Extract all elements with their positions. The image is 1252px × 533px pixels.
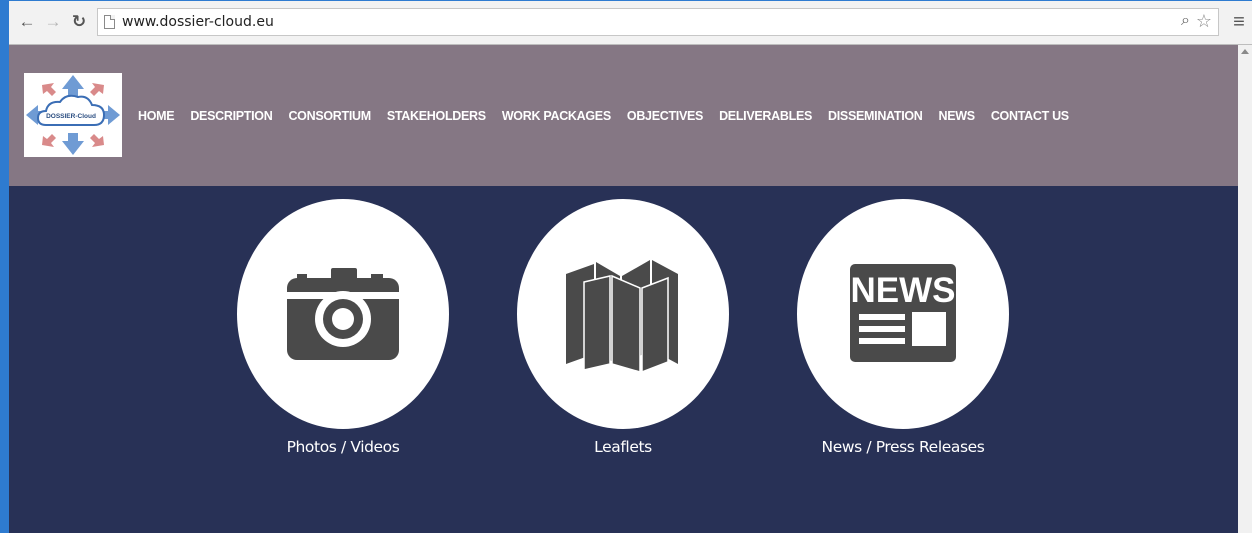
hamburger-icon: ≡	[1233, 10, 1245, 33]
nav-item-consortium[interactable]: CONSORTIUM	[288, 109, 371, 123]
nav-item-description[interactable]: DESCRIPTION	[190, 109, 272, 123]
zoom-icon[interactable]: ⌕	[1181, 12, 1190, 30]
nav-item-contact-us[interactable]: CONTACT US	[991, 109, 1069, 123]
cloud-logo-icon: DOSSIER-Cloud	[26, 75, 120, 155]
arrow-left-icon: ←	[18, 12, 36, 31]
bookmark-star-icon[interactable]: ☆	[1196, 11, 1212, 32]
address-bar[interactable]: www.dossier-cloud.eu ⌕ ☆	[97, 8, 1219, 36]
url-text[interactable]: www.dossier-cloud.eu	[122, 14, 274, 30]
news-press-tile[interactable]: NEWS News / Press Releases	[796, 199, 1010, 456]
browser-toolbar: ← → ↻ www.dossier-cloud.eu ⌕ ☆ ≡	[9, 1, 1252, 45]
leaflets-caption[interactable]: Leaflets	[516, 438, 730, 456]
back-button[interactable]: ←	[15, 10, 39, 34]
forward-button[interactable]: →	[41, 10, 65, 34]
main-nav: HOME DESCRIPTION CONSORTIUM STAKEHOLDERS…	[138, 109, 1085, 123]
news-press-circle[interactable]: NEWS	[797, 199, 1009, 429]
nav-item-home[interactable]: HOME	[138, 109, 175, 123]
leaflets-tile[interactable]: Leaflets	[516, 199, 730, 456]
page-viewport: DOSSIER-Cloud HOME DESCRIPTION CONSORTIU…	[9, 45, 1238, 533]
leaflets-circle[interactable]	[517, 199, 729, 429]
site-logo[interactable]: DOSSIER-Cloud	[24, 73, 122, 157]
photos-videos-tile[interactable]: Photos / Videos	[236, 199, 450, 456]
nav-item-objectives[interactable]: OBJECTIVES	[627, 109, 703, 123]
page-icon	[104, 15, 115, 29]
vertical-scrollbar[interactable]	[1238, 45, 1252, 533]
menu-button[interactable]: ≡	[1228, 10, 1250, 34]
news-press-caption[interactable]: News / Press Releases	[796, 438, 1010, 456]
reload-button[interactable]: ↻	[67, 10, 91, 34]
site-header: DOSSIER-Cloud HOME DESCRIPTION CONSORTIU…	[9, 45, 1238, 186]
nav-item-deliverables[interactable]: DELIVERABLES	[719, 109, 812, 123]
photos-videos-circle[interactable]	[237, 199, 449, 429]
arrow-right-icon: →	[44, 12, 62, 31]
camera-icon	[287, 268, 399, 360]
map-leaflet-icon	[566, 260, 678, 374]
scroll-up-icon[interactable]	[1241, 49, 1249, 54]
newspaper-label: NEWS	[851, 271, 956, 310]
nav-item-stakeholders[interactable]: STAKEHOLDERS	[387, 109, 486, 123]
nav-item-news[interactable]: NEWS	[939, 109, 976, 123]
logo-text: DOSSIER-Cloud	[46, 113, 96, 120]
photos-videos-caption[interactable]: Photos / Videos	[236, 438, 450, 456]
nav-item-dissemination[interactable]: DISSEMINATION	[828, 109, 923, 123]
reload-icon: ↻	[71, 12, 87, 31]
dissemination-section: Photos / Videos Leaflets NEWS News / Pre…	[9, 186, 1238, 533]
nav-item-work-packages[interactable]: WORK PACKAGES	[502, 109, 611, 123]
newspaper-icon: NEWS	[850, 264, 956, 362]
